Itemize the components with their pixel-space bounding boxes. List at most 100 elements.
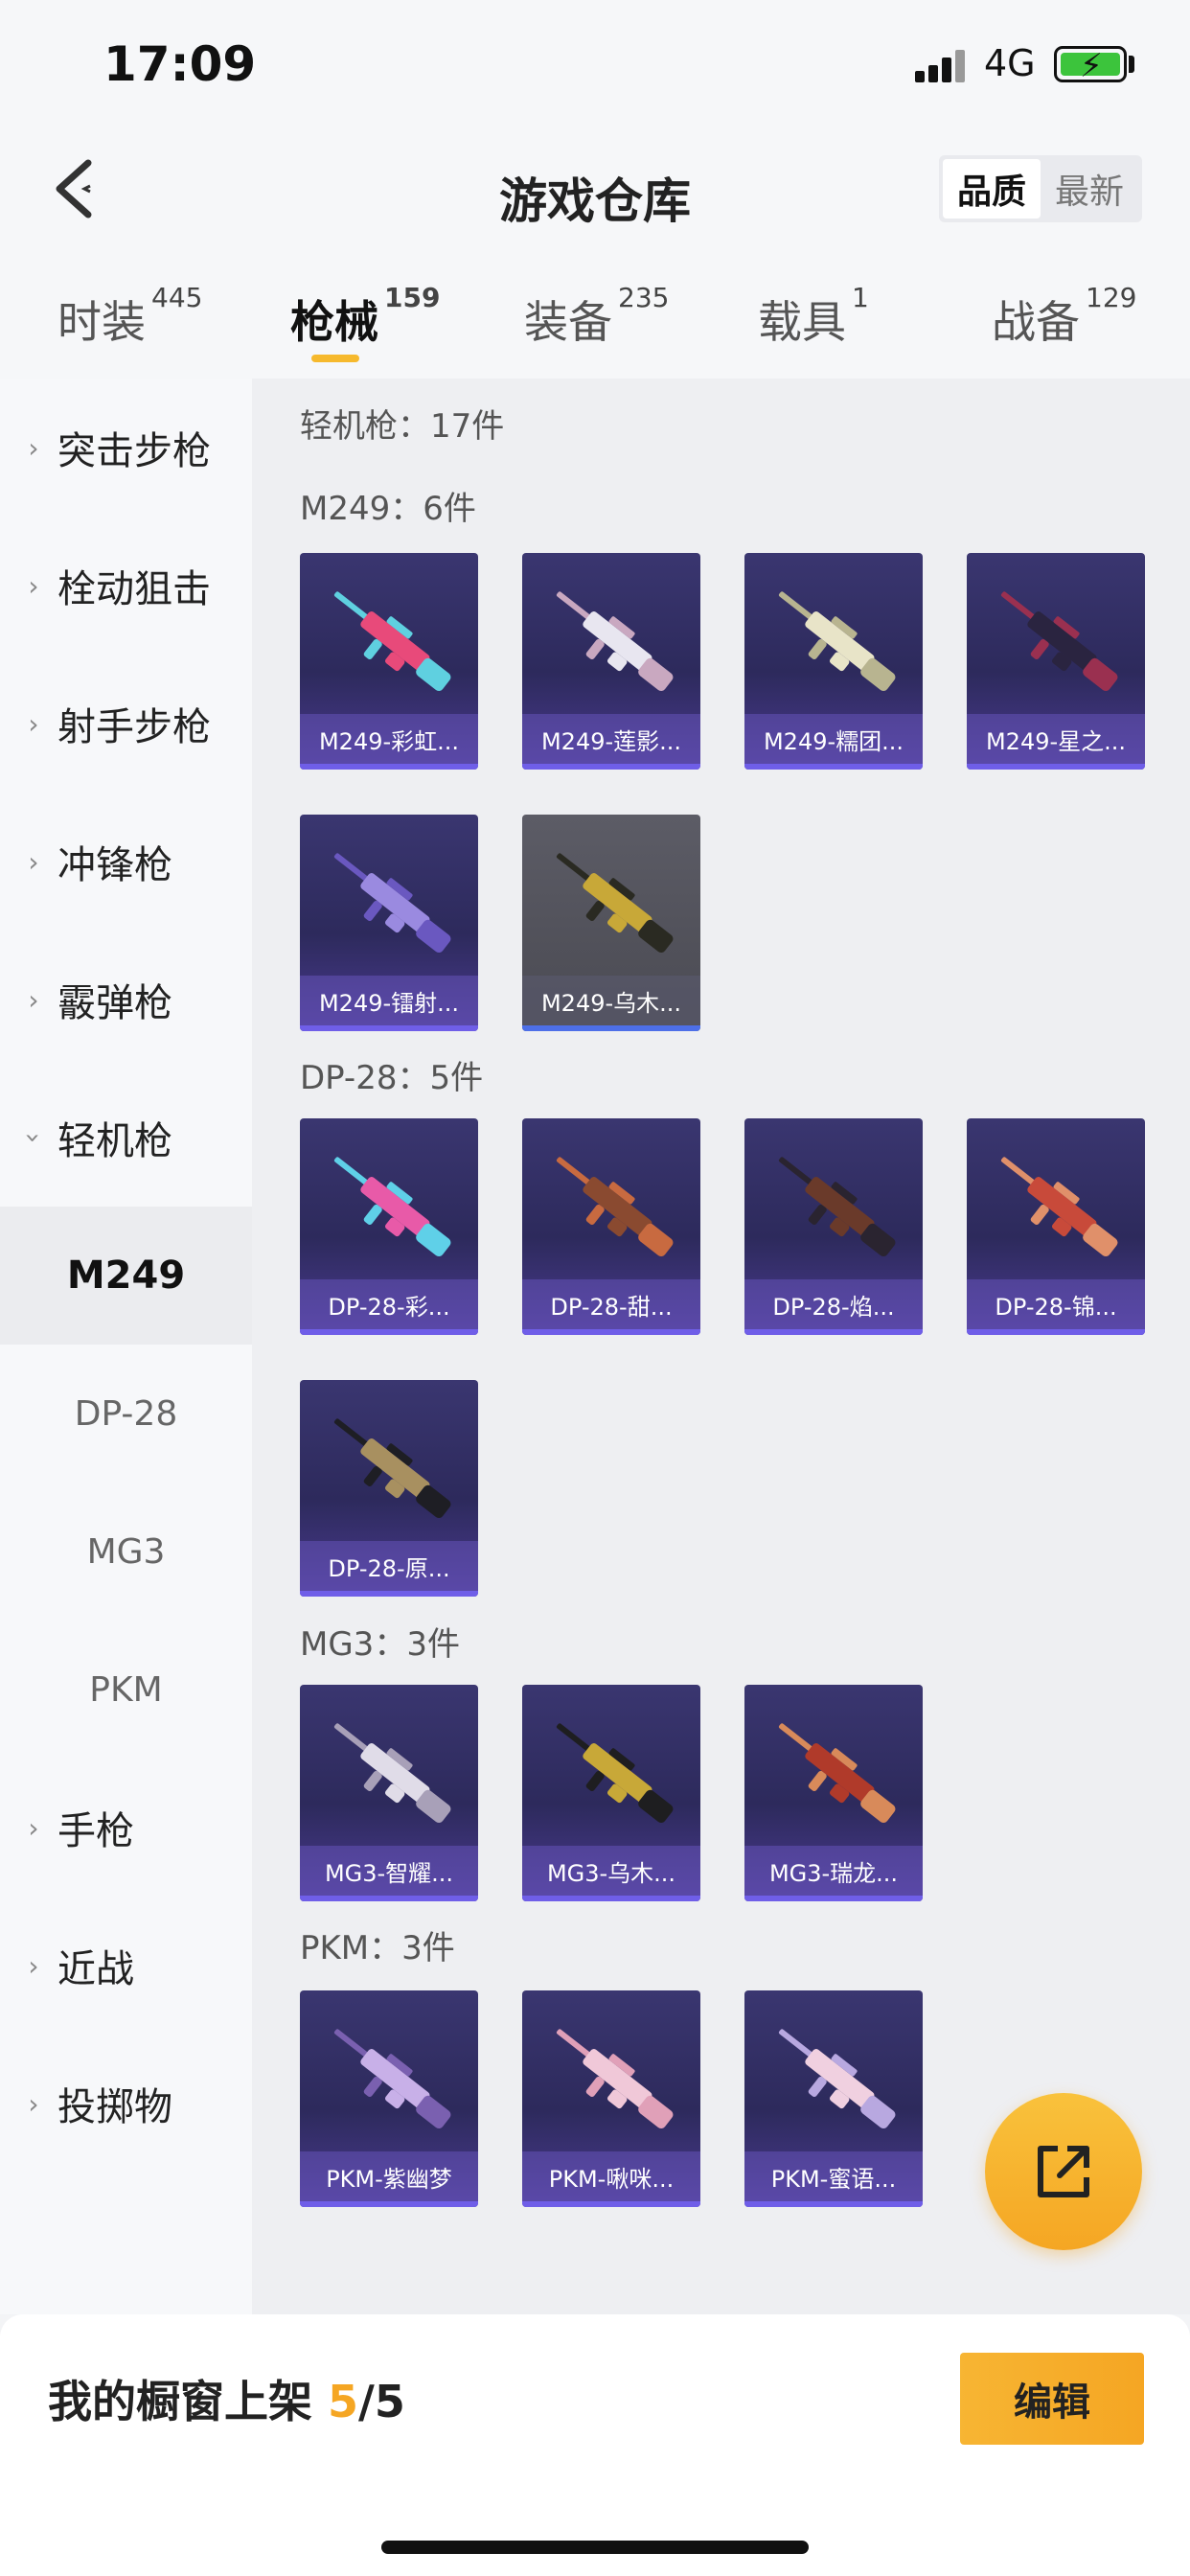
sidebar-item-pistol[interactable]: › 手枪 <box>0 1759 252 1897</box>
gun-icon <box>556 2029 674 2129</box>
gun-icon <box>333 853 451 954</box>
weapon-image <box>762 1139 905 1274</box>
showcase-bar: 我的橱窗上架 5/5 编辑 <box>0 2314 1190 2576</box>
weapon-card[interactable]: PKM-啾咪... <box>522 1990 700 2207</box>
weapon-name: M249-糯团... <box>744 714 923 764</box>
weapon-card[interactable]: MG3-智耀... <box>300 1685 478 1901</box>
sidebar-subitem-mg3[interactable]: MG3 <box>0 1483 252 1621</box>
weapon-name: M249-镭射... <box>300 976 478 1025</box>
sidebar-item-throwable[interactable]: › 投掷物 <box>0 2035 252 2173</box>
weapon-card[interactable]: M249-星之... <box>967 553 1145 770</box>
sidebar-item-assault-rifle[interactable]: › 突击步枪 <box>0 379 252 517</box>
gun-icon <box>333 1157 451 1257</box>
weapon-card[interactable]: M249-糯团... <box>744 553 923 770</box>
showcase-label: 我的橱窗上架 5/5 <box>48 2376 405 2427</box>
share-external-icon <box>1038 2146 1089 2197</box>
weapon-name: DP-28-锦... <box>967 1279 1145 1329</box>
chevron-right-icon: › <box>28 1949 39 1982</box>
weapon-card[interactable]: M249-莲影... <box>522 553 700 770</box>
weapon-name: DP-28-彩... <box>300 1279 478 1329</box>
weapon-name: DP-28-甜... <box>522 1279 700 1329</box>
tab-fashion[interactable]: 时装 445 <box>57 282 202 351</box>
section-title-dp28: DP-28：5件 <box>300 1059 484 1097</box>
gun-icon <box>556 591 674 692</box>
sidebar-subitem-m249[interactable]: M249 <box>0 1207 252 1345</box>
chevron-right-icon: › <box>28 983 39 1016</box>
weapon-image <box>762 1706 905 1840</box>
section-title-m249: M249：6件 <box>300 490 476 528</box>
weapon-image <box>317 1139 461 1274</box>
chevron-right-icon: › <box>28 569 39 602</box>
home-indicator <box>381 2541 809 2554</box>
gun-icon <box>778 2029 896 2129</box>
weapon-image <box>539 2012 683 2146</box>
weapon-card[interactable]: M249-彩虹... <box>300 553 478 770</box>
weapon-category-sidebar: › 突击步枪 › 栓动狙击 › 射手步枪 › 冲锋枪 › 霰弹枪 › 轻机枪 M249 DP… <box>0 379 252 2314</box>
sidebar-item-melee[interactable]: › 近战 <box>0 1897 252 2035</box>
edit-button[interactable]: 编辑 <box>960 2353 1144 2445</box>
network-type: 4G <box>984 42 1036 84</box>
sidebar-subitem-dp28[interactable]: DP-28 <box>0 1345 252 1483</box>
gun-icon <box>778 591 896 692</box>
weapon-grid-area: 轻机枪：17件 M249：6件 M249-彩虹... M249-莲影... M2… <box>252 379 1190 2314</box>
gun-icon <box>333 1723 451 1824</box>
weapon-name: PKM-啾咪... <box>522 2151 700 2201</box>
weapon-image <box>317 2012 461 2146</box>
weapon-card[interactable]: MG3-乌木... <box>522 1685 700 1901</box>
weapon-card[interactable]: PKM-蜜语... <box>744 1990 923 2207</box>
chevron-right-icon: › <box>28 707 39 740</box>
weapon-name: PKM-蜜语... <box>744 2151 923 2201</box>
weapon-card[interactable]: DP-28-甜... <box>522 1118 700 1335</box>
chevron-right-icon: › <box>28 1811 39 1844</box>
chevron-down-icon: › <box>17 1132 50 1143</box>
sidebar-item-lmg[interactable]: › 轻机枪 <box>0 1069 252 1207</box>
weapon-card[interactable]: DP-28-锦... <box>967 1118 1145 1335</box>
tab-combat-gear[interactable]: 战备 129 <box>992 282 1136 351</box>
weapon-name: M249-星之... <box>967 714 1145 764</box>
weapon-image <box>984 574 1128 708</box>
showcase-total-count: 5 <box>374 2376 405 2427</box>
weapon-card[interactable]: M249-镭射... <box>300 815 478 1031</box>
sidebar-item-marksman-rifle[interactable]: › 射手步枪 <box>0 655 252 793</box>
weapon-name: MG3-智耀... <box>300 1846 478 1896</box>
sort-quality-option[interactable]: 品质 <box>943 159 1041 218</box>
weapon-card[interactable]: M249-乌木... <box>522 815 700 1031</box>
sidebar-item-smg[interactable]: › 冲锋枪 <box>0 793 252 931</box>
battery-cap <box>1129 56 1134 73</box>
gun-icon <box>333 591 451 692</box>
chevron-right-icon: › <box>28 845 39 878</box>
weapon-card[interactable]: MG3-瑞龙... <box>744 1685 923 1901</box>
gun-icon <box>1000 591 1118 692</box>
weapon-image <box>539 1139 683 1274</box>
weapon-image <box>984 1139 1128 1274</box>
sidebar-item-shotgun[interactable]: › 霰弹枪 <box>0 931 252 1069</box>
tab-firearms[interactable]: 枪械 159 <box>290 282 440 351</box>
share-button[interactable] <box>985 2093 1142 2250</box>
weapon-card[interactable]: DP-28-彩... <box>300 1118 478 1335</box>
sidebar-subitem-pkm[interactable]: PKM <box>0 1621 252 1759</box>
sort-newest-option[interactable]: 最新 <box>1041 159 1138 218</box>
weapon-card[interactable]: DP-28-原... <box>300 1380 478 1597</box>
sort-toggle: 品质 最新 <box>939 155 1142 222</box>
weapon-name: MG3-乌木... <box>522 1846 700 1896</box>
weapon-image <box>317 1706 461 1840</box>
gun-icon <box>333 2029 451 2129</box>
weapon-image <box>317 574 461 708</box>
section-title-pkm: PKM：3件 <box>300 1929 455 1967</box>
weapon-name: MG3-瑞龙... <box>744 1846 923 1896</box>
category-tabs: 时装 445 枪械 159 装备 235 载具 1 战备 129 <box>0 259 1190 379</box>
weapon-image <box>539 1706 683 1840</box>
weapon-name: DP-28-原... <box>300 1541 478 1591</box>
weapon-name: PKM-紫幽梦 <box>300 2151 478 2201</box>
sidebar-item-bolt-sniper[interactable]: › 栓动狙击 <box>0 517 252 655</box>
weapon-image <box>762 2012 905 2146</box>
weapon-image <box>539 574 683 708</box>
weapon-name: M249-莲影... <box>522 714 700 764</box>
battery-icon: ⚡ <box>1054 46 1127 85</box>
section-title-mg3: MG3：3件 <box>300 1625 460 1664</box>
weapon-card[interactable]: PKM-紫幽梦 <box>300 1990 478 2207</box>
gun-icon <box>556 1157 674 1257</box>
weapon-card[interactable]: DP-28-焰... <box>744 1118 923 1335</box>
tab-vehicles[interactable]: 载具 1 <box>758 282 869 351</box>
tab-equipment[interactable]: 装备 235 <box>524 282 669 351</box>
